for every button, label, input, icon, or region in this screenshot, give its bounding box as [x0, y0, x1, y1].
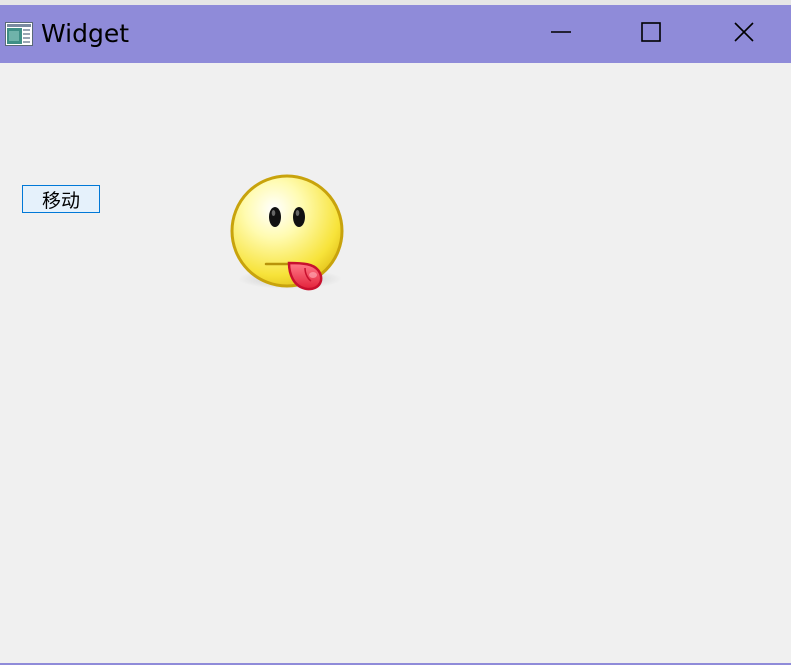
widget-window: Widget 移动 [0, 0, 791, 665]
minimize-icon [550, 21, 572, 47]
widget-content: 移动 [0, 63, 791, 661]
maximize-button[interactable] [605, 5, 697, 63]
window-title: Widget [41, 19, 130, 48]
title-bar[interactable]: Widget [0, 5, 791, 63]
tongue-out-smiley-icon [226, 171, 350, 295]
maximize-icon [640, 21, 662, 47]
move-button[interactable]: 移动 [22, 185, 100, 213]
close-icon [733, 21, 755, 47]
close-button[interactable] [698, 5, 790, 63]
app-window-icon [5, 22, 33, 46]
minimize-button[interactable] [515, 5, 607, 63]
